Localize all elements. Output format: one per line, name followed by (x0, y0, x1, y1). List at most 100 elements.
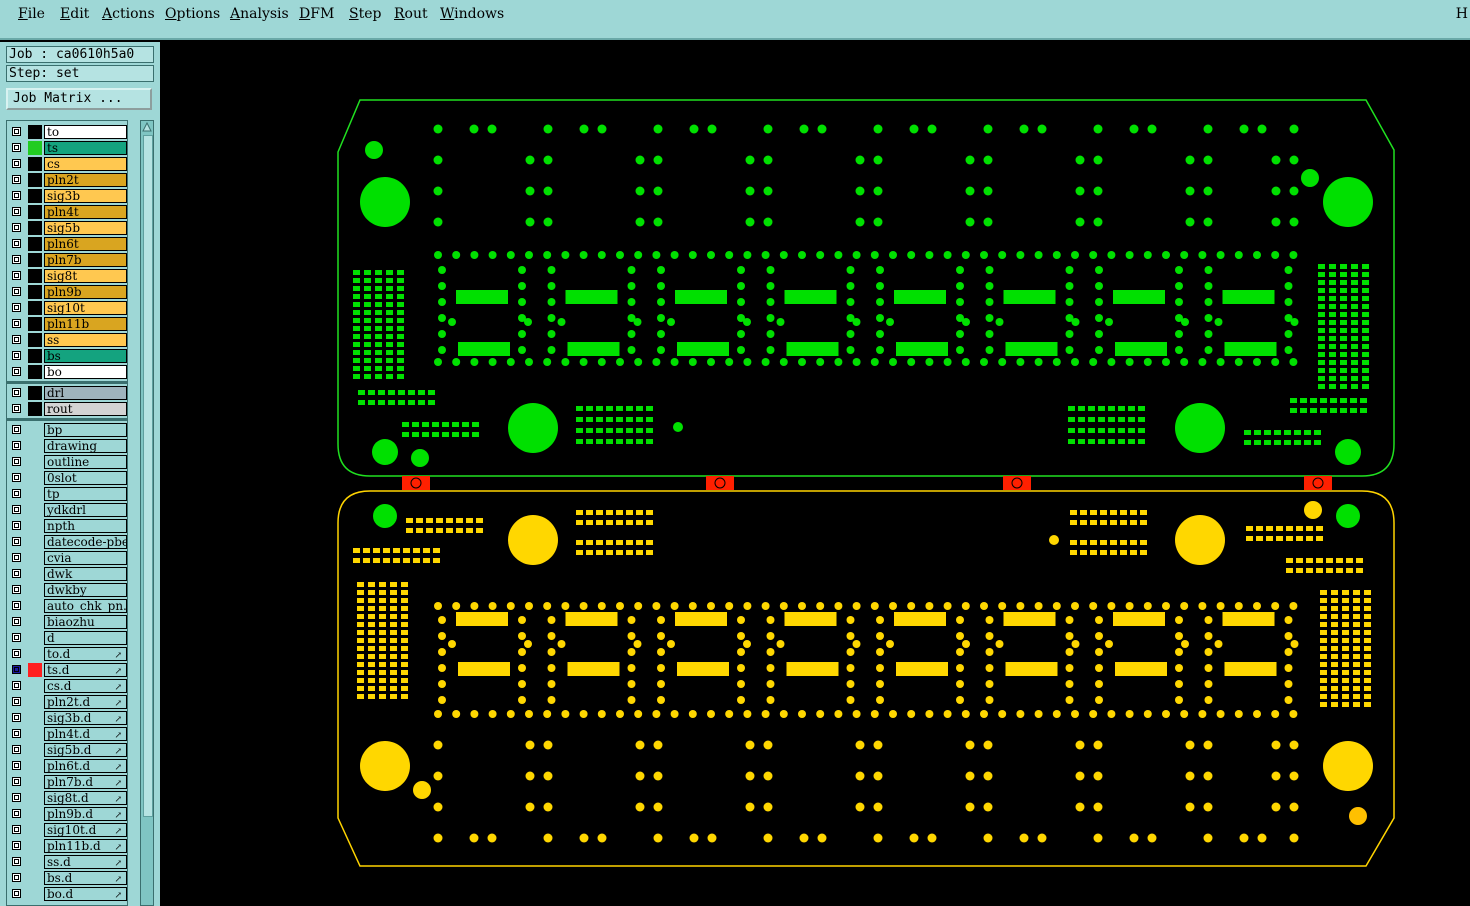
layer-row[interactable]: bs (7, 348, 127, 364)
layer-color-swatch[interactable] (28, 439, 42, 453)
layer-color-swatch[interactable] (28, 855, 42, 869)
layer-name[interactable]: bo (44, 365, 127, 379)
layer-row[interactable]: pln4t (7, 204, 127, 220)
layer-checkbox[interactable] (12, 889, 21, 898)
layer-name[interactable]: drl (44, 386, 127, 400)
menu-analysis[interactable]: Analysis (230, 6, 289, 22)
layer-name[interactable]: pln2t (44, 173, 127, 187)
layer-color-swatch[interactable] (28, 365, 42, 379)
layer-name[interactable]: ss.d ↗ (44, 855, 127, 869)
layer-color-swatch[interactable] (28, 205, 42, 219)
layer-name[interactable]: ss (44, 333, 127, 347)
layer-checkbox[interactable] (12, 841, 21, 850)
layer-row[interactable]: sig3b.d ↗ (7, 710, 127, 726)
layer-list-scrollbar[interactable] (140, 120, 154, 906)
layer-name[interactable]: bs (44, 349, 127, 363)
layer-color-swatch[interactable] (28, 743, 42, 757)
layer-row[interactable]: ss (7, 332, 127, 348)
layer-row[interactable]: tp (7, 486, 127, 502)
layer-checkbox[interactable] (12, 175, 21, 184)
layer-row[interactable]: sig10t.d ↗ (7, 822, 127, 838)
layer-name[interactable]: bo.d ↗ (44, 887, 127, 901)
layer-name[interactable]: cs.d ↗ (44, 679, 127, 693)
layer-color-swatch[interactable] (28, 775, 42, 789)
layer-name[interactable]: bp (44, 423, 127, 437)
layer-name[interactable]: pln6t.d ↗ (44, 759, 127, 773)
layer-color-swatch[interactable] (28, 583, 42, 597)
layer-row[interactable]: cs (7, 156, 127, 172)
layer-name[interactable]: pln9b.d ↗ (44, 807, 127, 821)
layer-checkbox[interactable] (12, 425, 21, 434)
job-matrix-button[interactable]: Job Matrix ... (6, 88, 152, 110)
layer-row[interactable]: pln6t (7, 236, 127, 252)
layer-checkbox[interactable] (12, 255, 21, 264)
layer-name[interactable]: d (44, 631, 127, 645)
layer-color-swatch[interactable] (28, 679, 42, 693)
layer-name[interactable]: sig3b (44, 189, 127, 203)
layer-name[interactable]: dwkby (44, 583, 127, 597)
layer-checkbox[interactable] (12, 809, 21, 818)
layer-checkbox[interactable] (12, 601, 21, 610)
layer-checkbox[interactable] (12, 505, 21, 514)
layer-name[interactable]: pln7b (44, 253, 127, 267)
menu-dfm[interactable]: DFM (299, 6, 334, 22)
layer-checkbox[interactable] (12, 367, 21, 376)
layer-row[interactable]: ts.d ↗ (7, 662, 127, 678)
layer-checkbox[interactable] (12, 713, 21, 722)
layer-checkbox[interactable] (12, 649, 21, 658)
layer-color-swatch[interactable] (28, 871, 42, 885)
layer-color-swatch[interactable] (28, 402, 42, 416)
layer-checkbox[interactable] (12, 319, 21, 328)
layer-color-swatch[interactable] (28, 386, 42, 400)
layer-name[interactable]: pln6t (44, 237, 127, 251)
menu-file[interactable]: File (18, 6, 45, 22)
layer-color-swatch[interactable] (28, 173, 42, 187)
layer-color-swatch[interactable] (28, 471, 42, 485)
layer-checkbox[interactable] (12, 665, 21, 674)
layer-checkbox[interactable] (12, 873, 21, 882)
layer-name[interactable]: sig10t (44, 301, 127, 315)
layer-row[interactable]: dwkby (7, 582, 127, 598)
layer-row[interactable]: to (7, 124, 127, 140)
layer-color-swatch[interactable] (28, 759, 42, 773)
layer-checkbox[interactable] (12, 351, 21, 360)
layer-color-swatch[interactable] (28, 285, 42, 299)
menu-step[interactable]: Step (349, 6, 381, 22)
graphic-canvas[interactable] (160, 42, 1470, 906)
layer-checkbox[interactable] (12, 441, 21, 450)
layer-checkbox[interactable] (12, 287, 21, 296)
layer-name[interactable]: pln2t.d ↗ (44, 695, 127, 709)
layer-row[interactable]: pln4t.d ↗ (7, 726, 127, 742)
layer-row[interactable]: 0slot (7, 470, 127, 486)
layer-row[interactable]: pln11b (7, 316, 127, 332)
layer-color-swatch[interactable] (28, 237, 42, 251)
layer-color-swatch[interactable] (28, 535, 42, 549)
scroll-up-arrow-icon[interactable] (142, 122, 152, 132)
layer-row[interactable]: datecode-pbe (7, 534, 127, 550)
layer-name[interactable]: pln4t (44, 205, 127, 219)
layer-color-swatch[interactable] (28, 333, 42, 347)
layer-name[interactable]: sig5b (44, 221, 127, 235)
layer-row[interactable]: npth (7, 518, 127, 534)
layer-name[interactable]: tp (44, 487, 127, 501)
layer-checkbox[interactable] (12, 159, 21, 168)
layer-row[interactable]: outline (7, 454, 127, 470)
layer-checkbox[interactable] (12, 239, 21, 248)
layer-name[interactable]: auto_chk_pn. (44, 599, 127, 613)
layer-color-swatch[interactable] (28, 423, 42, 437)
layer-color-swatch[interactable] (28, 125, 42, 139)
layer-color-swatch[interactable] (28, 551, 42, 565)
layer-name[interactable]: pln11b (44, 317, 127, 331)
layer-name[interactable]: ts.d ↗ (44, 663, 127, 677)
menu-help[interactable]: H (1456, 6, 1468, 22)
layer-color-swatch[interactable] (28, 503, 42, 517)
layer-checkbox[interactable] (12, 271, 21, 280)
layer-checkbox[interactable] (12, 617, 21, 626)
layer-name[interactable]: bs.d ↗ (44, 871, 127, 885)
layer-checkbox[interactable] (12, 489, 21, 498)
menu-options[interactable]: Options (165, 6, 220, 22)
layer-checkbox[interactable] (12, 777, 21, 786)
layer-name[interactable]: sig10t.d ↗ (44, 823, 127, 837)
layer-color-swatch[interactable] (28, 455, 42, 469)
layer-checkbox[interactable] (12, 697, 21, 706)
